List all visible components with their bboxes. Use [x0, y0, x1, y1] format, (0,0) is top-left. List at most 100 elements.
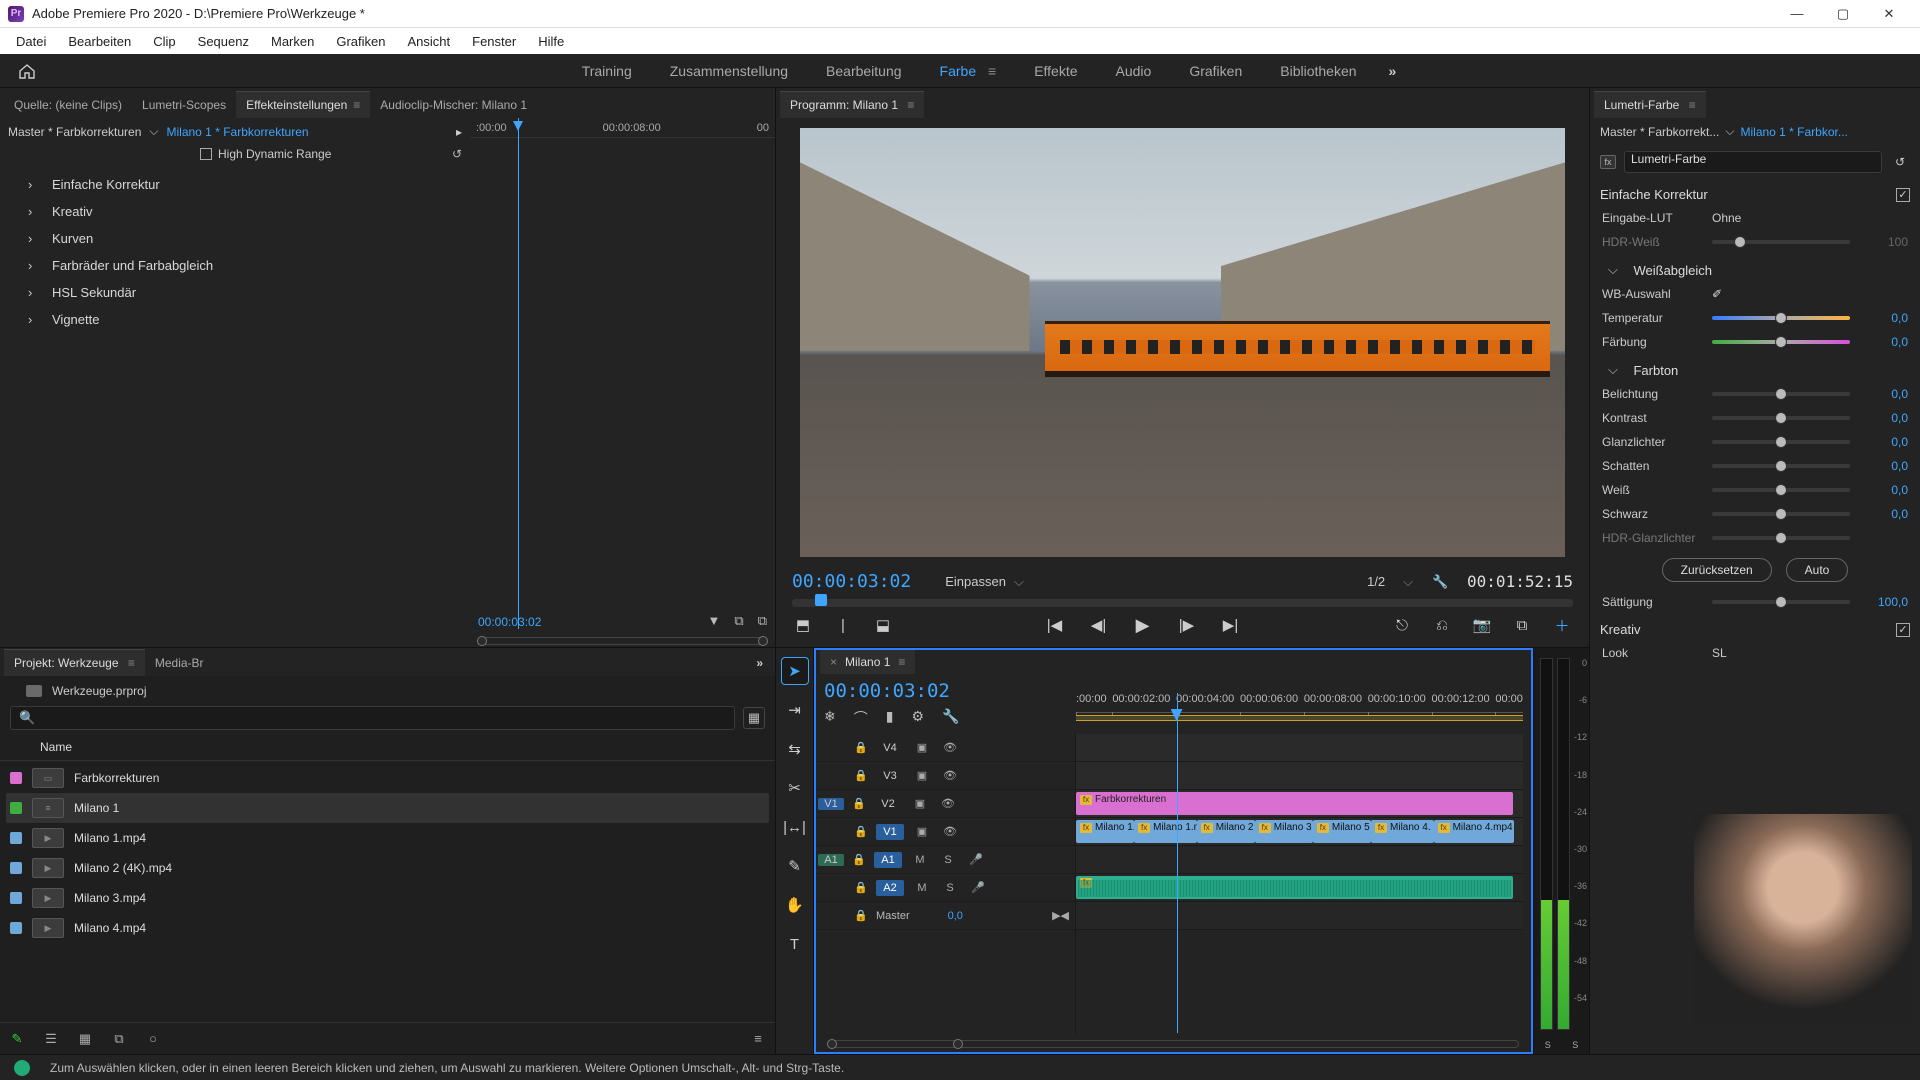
new-item-icon[interactable]: ✎ — [8, 1030, 26, 1048]
ws-training[interactable]: Training — [576, 59, 638, 83]
sec-kurven[interactable]: ›Kurven — [8, 225, 462, 252]
con-slider[interactable] — [1712, 416, 1850, 420]
ws-overflow-icon[interactable]: » — [1389, 63, 1397, 79]
lock-icon[interactable]: 🔒 — [854, 769, 868, 782]
project-item[interactable]: ▶Milano 2 (4K).mp4 — [6, 853, 769, 883]
section-kreativ[interactable]: Kreativ — [1600, 614, 1910, 641]
play-button[interactable]: ▶ — [1132, 614, 1154, 636]
menu-marken[interactable]: Marken — [261, 31, 324, 52]
con-value[interactable]: 0,0 — [1860, 411, 1908, 425]
tab-menu-icon[interactable]: ≡ — [907, 98, 914, 112]
eyedropper-icon[interactable]: ✐ — [1712, 287, 1722, 301]
exp-value[interactable]: 0,0 — [1860, 387, 1908, 401]
exp-slider[interactable] — [1712, 392, 1850, 396]
mark-out-icon[interactable]: ⬓ — [872, 614, 894, 636]
menu-fenster[interactable]: Fenster — [462, 31, 526, 52]
timeline-playhead[interactable] — [1177, 693, 1178, 1033]
basic-checkbox[interactable] — [1896, 188, 1910, 202]
lock-icon[interactable]: 🔒 — [854, 881, 868, 894]
add-button-icon[interactable]: ＋ — [1551, 614, 1573, 636]
solo-button-l[interactable]: S — [1545, 1040, 1551, 1050]
marker-icon[interactable]: ▮ — [886, 708, 894, 728]
track-a2[interactable]: A2 — [876, 880, 904, 896]
lumetri-clip-crumb[interactable]: Milano 1 * Farbkor... — [1740, 125, 1847, 139]
track-a1[interactable]: A1 — [874, 852, 902, 868]
tab-projekt[interactable]: Projekt: Werkzeuge ≡ — [4, 649, 145, 676]
menu-hilfe[interactable]: Hilfe — [528, 31, 574, 52]
mute-icon[interactable]: M — [910, 854, 930, 866]
eye-icon[interactable]: 👁 — [940, 769, 960, 782]
menu-sequenz[interactable]: Sequenz — [188, 31, 259, 52]
export-frame-icon[interactable]: 📷 — [1471, 614, 1493, 636]
hdr-checkbox[interactable] — [200, 148, 212, 160]
project-search-input[interactable]: 🔍 — [10, 706, 735, 730]
eye-icon[interactable]: 👁 — [938, 797, 958, 810]
linked-sel-icon[interactable]: ⌒ — [854, 708, 868, 728]
caret-down-icon[interactable]: ⌵ — [1725, 124, 1734, 139]
maximize-button[interactable]: ▢ — [1820, 0, 1866, 28]
ws-farbe[interactable]: Farbe ≡ — [934, 59, 1003, 83]
filter-icon[interactable]: ▼ — [708, 613, 721, 629]
reset-hdr-icon[interactable]: ↺ — [452, 147, 462, 161]
tab-effekteinstellungen[interactable]: Effekteinstellungen≡ — [236, 91, 370, 118]
storyboard-icon[interactable]: ▦ — [743, 707, 765, 729]
wh-slider[interactable] — [1712, 488, 1850, 492]
project-item[interactable]: ▭Farbkorrekturen — [6, 763, 769, 793]
track-v1[interactable]: V1 — [876, 824, 904, 840]
solo-icon[interactable]: S — [940, 882, 960, 894]
project-item[interactable]: ▶Milano 4.mp4 — [6, 913, 769, 943]
tab-media-browser[interactable]: Media-Br — [145, 650, 214, 676]
solo-button-r[interactable]: S — [1572, 1040, 1578, 1050]
toggle-output-icon[interactable]: ▣ — [912, 769, 932, 782]
program-scrubber[interactable] — [792, 596, 1573, 610]
project-item[interactable]: ▶Milano 1.mp4 — [6, 823, 769, 853]
tab-programm[interactable]: Programm: Milano 1 ≡ — [780, 91, 924, 118]
sec-hsl-sekundaer[interactable]: ›HSL Sekundär — [8, 279, 462, 306]
ws-effekte[interactable]: Effekte — [1028, 59, 1083, 83]
zoom-slider-icon[interactable]: ○ — [144, 1030, 162, 1048]
close-icon[interactable]: × — [830, 655, 837, 669]
toggle-output-icon[interactable]: ▣ — [912, 825, 932, 838]
timeline-zoom-slider[interactable] — [828, 1040, 1519, 1048]
tab-quelle[interactable]: Quelle: (keine Clips) — [4, 92, 132, 118]
section-weissabgleich[interactable]: ⌵ Weißabgleich — [1600, 254, 1910, 282]
clip-video[interactable]: fxMilano 4.mp4 — [1434, 820, 1514, 843]
extract-icon[interactable]: ⎌ — [1431, 614, 1453, 636]
timeline-tab[interactable]: ×Milano 1≡ — [820, 649, 915, 674]
voice-icon[interactable]: 🎤 — [968, 881, 988, 894]
tint-slider[interactable] — [1712, 340, 1850, 344]
sat-slider[interactable] — [1712, 600, 1850, 604]
mute-icon[interactable]: M — [912, 882, 932, 894]
menu-ansicht[interactable]: Ansicht — [397, 31, 460, 52]
tool-pen[interactable]: ✎ — [782, 853, 808, 879]
lock-icon[interactable]: 🔒 — [854, 825, 868, 838]
tab-menu-icon[interactable]: ≡ — [353, 98, 360, 112]
wrench-icon[interactable]: 🔧 — [942, 708, 959, 728]
tool-type[interactable]: T — [782, 931, 808, 957]
fx-badge-icon[interactable]: fx — [1600, 155, 1616, 169]
snap-icon[interactable]: ❄ — [824, 708, 836, 728]
tab-menu-icon[interactable]: ≡ — [1689, 98, 1696, 112]
freeform-view-icon[interactable]: ⧉ — [110, 1030, 128, 1048]
ws-audio[interactable]: Audio — [1110, 59, 1158, 83]
settings-icon[interactable]: 🔧 — [1431, 574, 1449, 590]
goto-in-icon[interactable]: |◀ — [1044, 614, 1066, 636]
sec-einfache-korrektur[interactable]: ›Einfache Korrektur — [8, 171, 462, 198]
clip-video[interactable]: fxMilano 3 — [1255, 820, 1313, 843]
toggle-output-icon[interactable]: ▣ — [910, 797, 930, 810]
step-back-icon[interactable]: ◀| — [1088, 614, 1110, 636]
solo-icon[interactable]: S — [938, 854, 958, 866]
lock-icon[interactable]: 🔒 — [852, 797, 866, 810]
sec-farbraeder[interactable]: ›Farbräder und Farbabgleich — [8, 252, 462, 279]
eye-icon[interactable]: 👁 — [940, 825, 960, 838]
play-icon[interactable]: ▸ — [456, 125, 462, 139]
look-dropdown[interactable]: SL — [1712, 646, 1727, 660]
home-icon[interactable] — [14, 60, 40, 82]
mini-playhead[interactable] — [518, 118, 519, 629]
creative-checkbox[interactable] — [1896, 623, 1910, 637]
tab-lumetri-scopes[interactable]: Lumetri-Scopes — [132, 92, 236, 118]
wh-value[interactable]: 0,0 — [1860, 483, 1908, 497]
collapse-icon[interactable]: ▶◀ — [1052, 909, 1069, 922]
lut-dropdown[interactable]: Ohne — [1712, 211, 1741, 225]
step-fwd-icon[interactable]: |▶ — [1176, 614, 1198, 636]
